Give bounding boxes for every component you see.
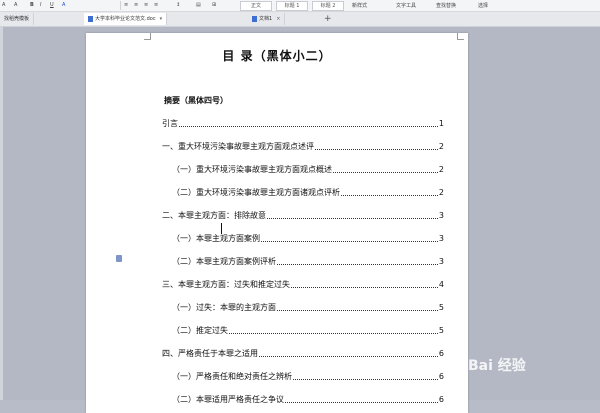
toc-leader — [291, 286, 438, 288]
align-left-icon[interactable]: ≡ — [124, 2, 128, 8]
tab-label: 找稻壳模板 — [4, 16, 30, 22]
toc-entry-text: （一）过失：本罪的主观方面 — [172, 302, 276, 312]
toc-entry[interactable]: （一）重大环境污染事故罪主观方面观点概述 2 — [172, 163, 444, 175]
tab-template[interactable]: 找稻壳模板 — [0, 13, 35, 25]
toc-entry[interactable]: （一）严格责任和绝对责任之辨析 6 — [172, 370, 444, 382]
ribbon-toolbar: A A B I U A ≡ ≡ ≡ ≡ ↕ ▤ ⊞ 正文 标题 1 标题 2 新… — [0, 0, 600, 12]
tab-label: 文档1 — [259, 16, 273, 22]
toc-leader — [285, 401, 438, 403]
toc-leader — [293, 378, 438, 380]
close-icon[interactable]: ▾ — [160, 16, 163, 22]
toc-entry[interactable]: 四、严格责任于本罪之适用 6 — [162, 347, 444, 359]
text-color-button[interactable]: A — [62, 2, 65, 8]
italic-button[interactable]: I — [40, 2, 41, 8]
toc-leader — [229, 332, 438, 334]
toc-entry-text: 四、严格责任于本罪之适用 — [162, 348, 258, 358]
toc-title: 目 录（黑体小二） — [222, 49, 332, 63]
toc-page-number: 2 — [438, 141, 444, 151]
toc-entry-text: 一、重大环境污染事故罪主观方面观点述评 — [162, 141, 314, 151]
toc-leader — [277, 263, 438, 265]
toc-page-number: 3 — [438, 210, 444, 220]
document-page[interactable]: 目 录（黑体小二） 摘要（黑体四号） 引言 1 一、重大环境污染事故罪主观方面观点… — [86, 33, 468, 413]
toc-entry-text: （二）本罪主观方面案例评析 — [172, 256, 276, 266]
document-icon — [252, 15, 257, 22]
toc-page-number: 5 — [438, 325, 444, 335]
toc-entry-text: （二）重大环境污染事故罪主观方面诸观点评析 — [172, 187, 340, 197]
margin-corner-mark — [457, 33, 464, 40]
font-size-button[interactable]: A — [14, 2, 17, 8]
toc-entry-text: （一）严格责任和绝对责任之辨析 — [172, 371, 292, 381]
style-heading-2[interactable]: 标题 2 — [312, 1, 344, 11]
line-spacing-icon[interactable]: ↕ — [176, 2, 180, 8]
document-workspace[interactable]: 目 录（黑体小二） 摘要（黑体四号） 引言 1 一、重大环境污染事故罪主观方面观点… — [0, 27, 600, 413]
bold-button[interactable]: B — [30, 2, 34, 8]
toc-page-number: 6 — [438, 371, 444, 381]
align-center-icon[interactable]: ≡ — [134, 2, 138, 8]
toc-entry-text: （二）本罪适用严格责任之争议 — [172, 394, 284, 404]
toc-leader — [341, 194, 438, 196]
toc-entry[interactable]: （二）本罪适用严格责任之争议 6 — [172, 393, 444, 405]
toc-page-number: 6 — [438, 348, 444, 358]
justify-icon[interactable]: ≡ — [154, 2, 158, 8]
toc-leader — [277, 309, 438, 311]
toc-entry[interactable]: （二）本罪主观方面案例评析 3 — [172, 255, 444, 267]
toc-entry-text: 三、本罪主观方面：过失和推定过失 — [162, 279, 290, 289]
toc-entry[interactable]: （一）过失：本罪的主观方面 5 — [172, 301, 444, 313]
tab-label: 大学本科毕业论文范文.doc — [95, 16, 156, 22]
find-replace-button[interactable]: 查找替换 — [436, 2, 456, 9]
font-color-button[interactable]: A — [2, 2, 5, 8]
shading-icon[interactable]: ▤ — [196, 2, 201, 8]
toc-page-number: 5 — [438, 302, 444, 312]
toc-entry-text: （一）本罪主观方面案例 — [172, 233, 260, 243]
new-style-button[interactable]: 新样式 — [352, 2, 367, 9]
toc-leader — [333, 171, 438, 173]
toc-entry[interactable]: 三、本罪主观方面：过失和推定过失 4 — [162, 278, 444, 290]
new-tab-icon[interactable]: + — [324, 13, 332, 25]
toc-page-number: 2 — [438, 164, 444, 174]
style-heading-1[interactable]: 标题 1 — [276, 1, 308, 11]
toc-entry[interactable]: 一、重大环境污染事故罪主观方面观点述评 2 — [162, 140, 444, 152]
toc-entry[interactable]: 引言 1 — [162, 117, 444, 129]
toc-page-number: 3 — [438, 256, 444, 266]
toc-leader — [315, 148, 438, 150]
ribbon-divider — [120, 1, 121, 10]
toc-entry-text: （二）推定过失 — [172, 325, 228, 335]
border-icon[interactable]: ⊞ — [212, 2, 216, 8]
tab-thesis-document[interactable]: 大学本科毕业论文范文.doc ▾ — [84, 13, 168, 25]
vertical-ruler — [0, 27, 3, 400]
toc-leader — [267, 217, 438, 219]
text-tools-button[interactable]: 文字工具 — [396, 2, 416, 9]
toc-entry-text: （一）重大环境污染事故罪主观方面观点概述 — [172, 164, 332, 174]
toc-entry-text: 二、本罪主观方面：排除故意 — [162, 210, 266, 220]
toc-page-number: 6 — [438, 394, 444, 404]
paragraph-marker-icon[interactable] — [116, 255, 122, 262]
toc-entry-text: 引言 — [162, 118, 178, 128]
align-right-icon[interactable]: ≡ — [144, 2, 148, 8]
toc-page-number: 2 — [438, 187, 444, 197]
close-icon[interactable]: × — [276, 16, 280, 22]
toc-page-number: 4 — [438, 279, 444, 289]
toc-entry[interactable]: （二）重大环境污染事故罪主观方面诸观点评析 2 — [172, 186, 444, 198]
toc-entry[interactable]: （一）本罪主观方面案例 3 — [172, 232, 444, 244]
document-tab-bar: 找稻壳模板 大学本科毕业论文范文.doc ▾ 文档1 × + — [0, 12, 600, 27]
watermark-logo: Bai 经验 — [468, 358, 526, 374]
toc-entry[interactable]: 二、本罪主观方面：排除故意 3 — [162, 209, 444, 221]
document-icon — [88, 15, 93, 22]
toc-leader — [179, 125, 438, 127]
tab-document1[interactable]: 文档1 × — [248, 13, 286, 25]
select-button[interactable]: 选择 — [478, 2, 488, 9]
text-cursor — [221, 223, 222, 234]
margin-corner-mark — [144, 33, 151, 40]
underline-button[interactable]: U — [50, 2, 54, 8]
toc-leader — [261, 240, 438, 242]
toc-page-number: 3 — [438, 233, 444, 243]
toc-entry[interactable]: （二）推定过失 5 — [172, 324, 444, 336]
toc-leader — [259, 355, 438, 357]
toc-abstract-heading: 摘要（黑体四号） — [164, 96, 228, 105]
style-normal[interactable]: 正文 — [240, 1, 272, 11]
toc-page-number: 1 — [438, 118, 444, 128]
